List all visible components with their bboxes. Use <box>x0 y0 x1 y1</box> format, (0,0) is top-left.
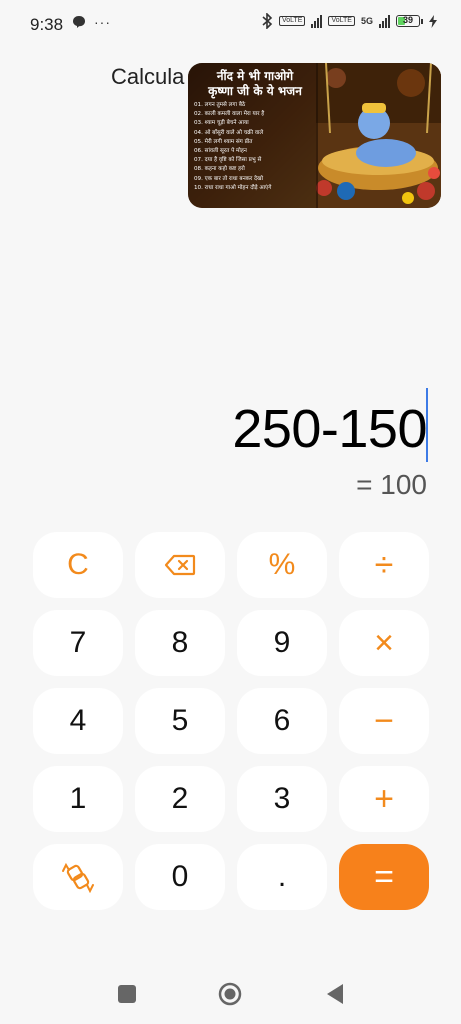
digit-4-button[interactable]: 4 <box>33 688 123 754</box>
chat-bubble-icon <box>73 16 85 28</box>
digit-label: 6 <box>273 704 291 737</box>
plus-button[interactable]: + <box>339 766 429 832</box>
percent-button[interactable]: % <box>237 532 327 598</box>
multiply-label: × <box>374 623 394 662</box>
digit-label: 7 <box>69 626 87 659</box>
result-preview: = 100 <box>356 469 427 500</box>
ad-title-line-1: नींद मे भी गाओगे <box>216 69 294 83</box>
ad-song-item: 07. दया है वृष्टि को जिसा प्रभु से <box>194 157 262 164</box>
volte-badge-2: VoLTE <box>328 16 355 26</box>
clear-label: C <box>67 548 89 581</box>
ad-song-item: 08. कहना कहो कष्ट हरो <box>194 166 245 173</box>
battery-icon: 39 <box>396 15 423 27</box>
digit-9-button[interactable]: 9 <box>237 610 327 676</box>
backspace-button[interactable] <box>135 532 225 598</box>
mode-switch-button[interactable] <box>33 844 123 910</box>
percent-label: % <box>268 548 296 581</box>
ad-song-item: 09. एक बार तो राधा बनकर देखो <box>194 175 264 182</box>
digit-label: 2 <box>171 782 189 815</box>
back-triangle-icon[interactable] <box>325 983 345 1005</box>
navigation-bar <box>0 965 461 1024</box>
signal-icon-2 <box>379 14 390 28</box>
battery-level: 39 <box>402 15 413 25</box>
swap-mode-icon <box>62 862 94 893</box>
ad-song-item: 10. राधा राधा गाओ मोहन दौड़े आएंगे <box>194 184 272 191</box>
ad-title: नींद मे भी गाओगे कृष्णा जी के ये भजन <box>194 69 316 99</box>
digit-label: 9 <box>273 626 291 659</box>
ad-song-item: 01. लगन तुमसे लगा बैठे <box>194 102 246 108</box>
digit-0-button[interactable]: 0 <box>135 844 225 910</box>
overflow-dots: ··· <box>94 14 111 30</box>
digit-2-button[interactable]: 2 <box>135 766 225 832</box>
digit-6-button[interactable]: 6 <box>237 688 327 754</box>
multiply-button[interactable]: × <box>339 610 429 676</box>
digit-3-button[interactable]: 3 <box>237 766 327 832</box>
ad-song-item: 06. सांवली सूरत पे मोहन <box>194 148 247 155</box>
minus-button[interactable]: − <box>339 688 429 754</box>
ad-song-item: 03. श्याम चूड़ी बेचने आया <box>194 120 249 127</box>
recents-square-icon[interactable] <box>118 985 136 1003</box>
ad-title-line-2: कृष्णा जी के ये भजन <box>208 84 302 98</box>
app-title: Calcula <box>111 64 185 89</box>
digit-label: 0 <box>171 860 189 893</box>
status-time: 9:38 <box>30 15 64 34</box>
divide-label: ÷ <box>374 545 394 584</box>
equals-label: = <box>374 857 394 896</box>
digit-1-button[interactable]: 1 <box>33 766 123 832</box>
text-cursor <box>426 388 428 462</box>
ad-song-list: 01. लगन तुमसे लगा बैठे 02. काली कमली वाल… <box>194 101 320 193</box>
digit-label: 1 <box>69 782 87 815</box>
digit-label: 5 <box>171 704 189 737</box>
ad-song-item: 04. ओ बाँसुरी वाले ओ चक्री वाले <box>194 129 264 136</box>
decimal-button[interactable]: . <box>237 844 327 910</box>
home-circle-icon[interactable] <box>218 982 242 1006</box>
status-bar: 9:38 ··· VoLTE VoLTE 5G 39 <box>0 0 461 48</box>
charging-icon <box>429 14 437 28</box>
signal-icon <box>311 14 323 28</box>
clear-button[interactable]: C <box>33 532 123 598</box>
krishna-illustration <box>316 63 441 208</box>
digit-label: 4 <box>69 704 87 737</box>
ad-banner[interactable]: नींद मे भी गाओगे कृष्णा जी के ये भजन 01.… <box>188 63 441 208</box>
digit-label: 3 <box>273 782 291 815</box>
digit-label: 8 <box>171 626 189 659</box>
ad-song-item: 05. मेरी लगी श्याम संग प्रीत <box>194 138 253 145</box>
decimal-label: . <box>277 860 287 893</box>
digit-8-button[interactable]: 8 <box>135 610 225 676</box>
equals-button[interactable]: = <box>339 844 429 910</box>
bluetooth-icon <box>262 13 273 29</box>
network-5g: 5G <box>360 16 373 26</box>
expression-input[interactable]: 250-150 <box>232 398 427 460</box>
ad-song-item: 02. काली कमली वाला मेरा यार है <box>194 111 265 118</box>
backspace-icon <box>164 554 196 576</box>
divide-button[interactable]: ÷ <box>339 532 429 598</box>
plus-label: + <box>374 779 394 818</box>
digit-7-button[interactable]: 7 <box>33 610 123 676</box>
minus-label: − <box>374 701 394 740</box>
volte-badge-1: VoLTE <box>278 16 306 26</box>
digit-5-button[interactable]: 5 <box>135 688 225 754</box>
